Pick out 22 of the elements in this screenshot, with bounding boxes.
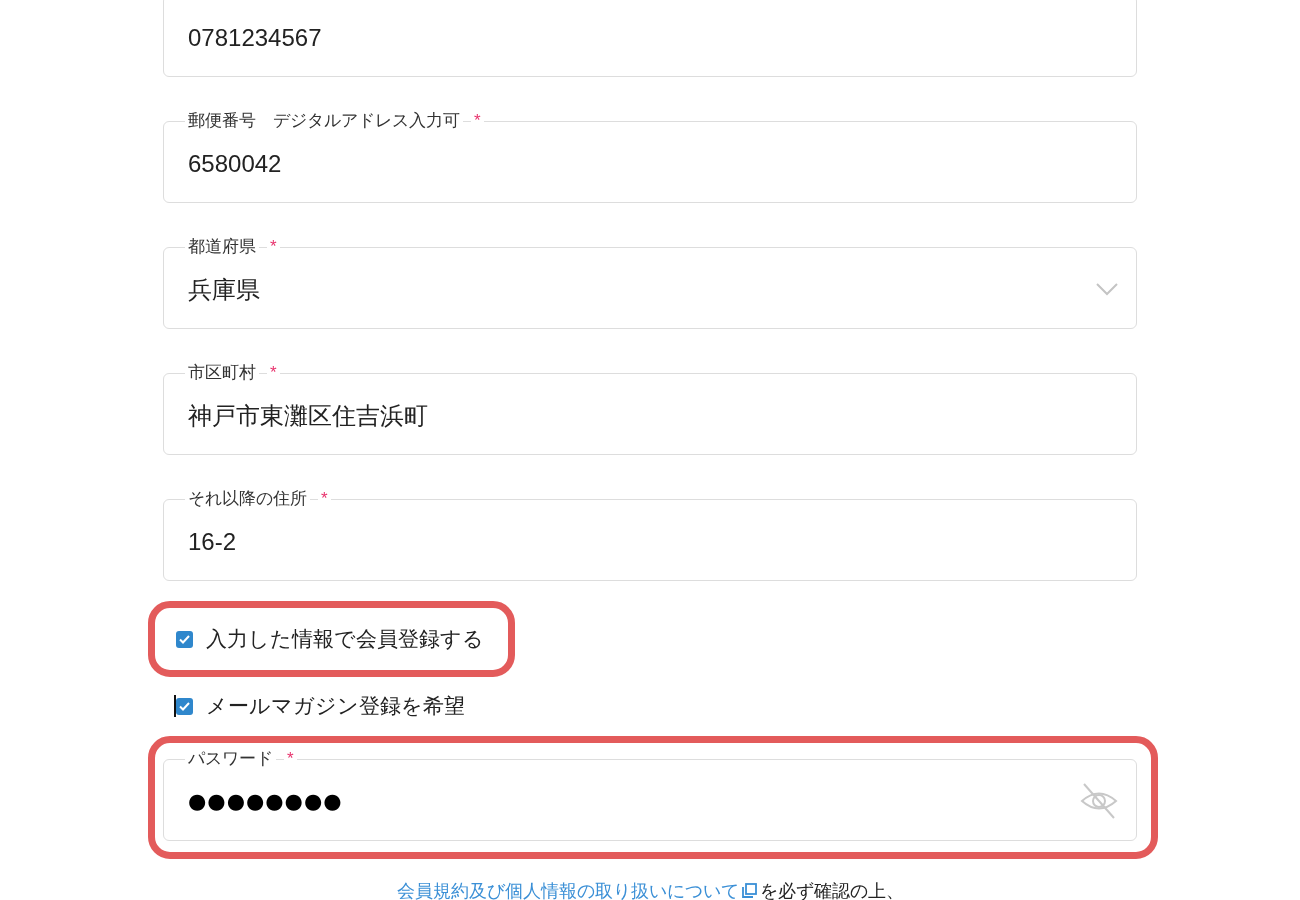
chevron-down-icon bbox=[1096, 282, 1118, 296]
field-value: 兵庫県 bbox=[188, 275, 260, 305]
field-value: 16-2 bbox=[188, 527, 237, 557]
field-value: 神戸市東灘区住吉浜町 bbox=[188, 401, 428, 431]
field-value: 0781234567 bbox=[188, 23, 322, 53]
field-label: 郵便番号 デジタルアドレス入力可 bbox=[185, 111, 463, 131]
input-field[interactable]: 0781234567 bbox=[163, 0, 1137, 77]
field-label: それ以降の住所 bbox=[185, 489, 310, 509]
terms-link[interactable]: 会員規約及び個人情報の取り扱いについて bbox=[396, 881, 739, 900]
field-label: パスワード bbox=[185, 749, 276, 769]
field-value: ●●●●●●●● bbox=[188, 788, 343, 816]
checkbox[interactable] bbox=[176, 630, 193, 648]
field-label: 都道府県 bbox=[185, 237, 259, 257]
checkmark-icon bbox=[179, 634, 190, 644]
external-window-icon bbox=[741, 883, 757, 898]
checkbox[interactable] bbox=[176, 697, 193, 715]
checkmark-icon bbox=[179, 701, 190, 711]
checkbox-label[interactable]: メールマガジン登録を希望 bbox=[206, 690, 465, 722]
field-label: 市区町村 bbox=[185, 363, 259, 383]
notice-text: 会員規約及び個人情報の取り扱いについて を必ず確認の上、 bbox=[395, 881, 905, 900]
checkbox-label[interactable]: 入力した情報で会員登録する bbox=[206, 623, 484, 655]
field-value: 6580042 bbox=[188, 149, 282, 179]
